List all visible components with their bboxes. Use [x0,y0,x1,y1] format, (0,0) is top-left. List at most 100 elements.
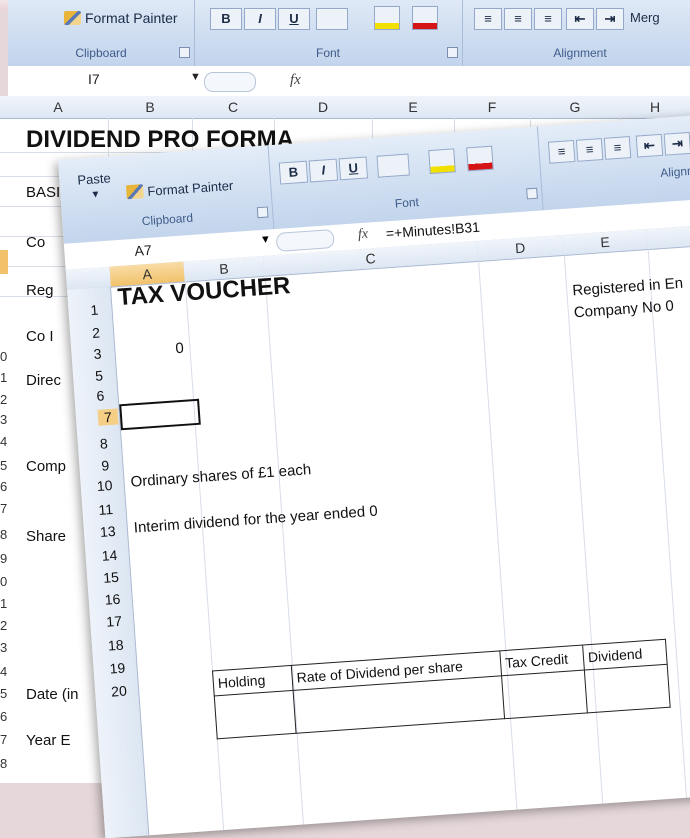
front-sheet-grid: A B C D E F 1 2 3 5 6 7 8 9 10 11 13 14 … [65,220,690,838]
front-clipboard-label: Clipboard [141,210,194,229]
row-header[interactable]: 2 [92,325,101,342]
bold-button[interactable]: B [210,8,242,30]
borders-icon[interactable] [376,153,410,178]
paste-button[interactable]: Paste [77,170,111,187]
selected-row-indicator [0,250,8,274]
back-alignment-group: ≡ ≡ ≡ ⇤ ⇥ Merg Alignment [462,0,690,66]
increase-indent-icon[interactable]: ⇥ [596,8,624,30]
column-header[interactable]: C [192,96,275,119]
row-header[interactable]: 8 [99,435,108,452]
row-number: 2 [0,618,8,633]
back-format-painter-button[interactable]: Format Painter [64,10,178,26]
row-header[interactable]: 19 [109,660,126,677]
front-clipboard-group: Paste ▼ Format Painter Clipboard [58,145,275,244]
highlight-color-icon[interactable] [374,6,400,30]
column-header[interactable]: E [372,96,455,119]
column-header[interactable]: F [454,96,531,119]
row-header[interactable]: 20 [111,683,128,700]
dropdown-arrow-icon[interactable]: ▼ [190,71,201,83]
bold-button[interactable]: B [278,160,309,185]
cell-text: Year E [26,732,71,749]
align-left-icon[interactable]: ≡ [474,8,502,30]
row-header[interactable]: 17 [106,613,123,630]
decrease-indent-icon[interactable]: ⇤ [635,133,664,158]
row-number: 3 [0,640,8,655]
row-number: 7 [0,501,8,516]
row-header[interactable]: 10 [96,477,113,494]
italic-button[interactable]: I [244,8,276,30]
cell-text: Co [26,234,46,251]
row-header-selected[interactable]: 7 [97,408,119,426]
underline-button[interactable]: U [278,8,310,30]
borders-icon[interactable] [316,8,348,30]
front-name-box[interactable]: A7 [134,242,152,259]
column-header[interactable]: A [8,96,109,119]
dropdown-arrow-icon[interactable]: ▼ [260,233,272,246]
row-header[interactable]: 11 [98,501,114,518]
cell-text: Direc [26,372,62,389]
font-color-icon[interactable] [412,6,438,30]
row-number: 9 [0,551,8,566]
align-right-icon[interactable]: ≡ [603,136,632,160]
row-number: 2 [0,392,8,407]
formula-cancel-icon[interactable] [275,228,335,252]
ordinary-shares-text: Ordinary shares of £1 each [130,461,312,491]
row-header[interactable]: 18 [107,637,124,654]
align-center-icon[interactable]: ≡ [575,138,604,162]
font-color-icon[interactable] [466,145,494,172]
increase-indent-icon[interactable]: ⇥ [663,131,690,156]
italic-button[interactable]: I [308,158,339,183]
row-number: 6 [0,479,8,494]
row-header[interactable]: 13 [99,523,116,540]
fx-icon[interactable]: fx [357,227,368,244]
cell-text: Share [26,528,67,545]
row-number: 8 [0,756,8,771]
table-cell[interactable] [501,670,588,719]
row-number: 7 [0,732,8,747]
row-header[interactable]: 16 [104,591,121,608]
dialog-launcher-icon[interactable] [526,187,538,200]
dialog-launcher-icon[interactable] [447,47,458,58]
active-cell-selection[interactable] [119,398,201,431]
row-header[interactable]: 6 [96,387,105,404]
row-header[interactable]: 15 [103,569,120,586]
row-number: 5 [0,686,8,701]
row-number: 6 [0,709,8,724]
column-header[interactable]: E [562,229,649,256]
column-header[interactable]: G [530,96,621,119]
table-cell[interactable] [214,690,297,739]
table-cell[interactable] [584,664,671,713]
cell-text: Date (in [26,686,79,703]
cell-text: Reg [26,282,54,299]
row-header[interactable]: 3 [93,345,102,362]
back-name-box[interactable]: I7 ▼ [18,71,208,91]
row-header[interactable]: 5 [95,367,104,384]
decrease-indent-icon[interactable]: ⇤ [566,8,594,30]
dialog-launcher-icon[interactable] [256,206,269,219]
column-header[interactable]: B [108,96,193,119]
column-header[interactable]: D [274,96,373,119]
cell-text: Co I [26,328,54,345]
dialog-launcher-icon[interactable] [179,47,190,58]
paintbrush-icon [125,184,144,200]
formula-cancel-icon[interactable] [204,72,256,92]
fx-icon[interactable]: fx [290,72,301,89]
paste-dropdown-icon[interactable]: ▼ [90,189,101,201]
highlight-color-icon[interactable] [428,148,456,175]
formula-input[interactable]: =+Minutes!B31 [385,219,480,242]
row-header[interactable]: 14 [101,547,118,564]
merge-button[interactable]: Merg [630,10,660,25]
front-format-painter-button[interactable]: Format Painter [125,178,234,200]
align-left-icon[interactable]: ≡ [547,139,576,164]
row-number: 0 [0,574,8,589]
underline-button[interactable]: U [338,156,369,181]
row-number: 5 [0,458,8,473]
row-header[interactable]: 1 [90,302,99,319]
dividend-table: Holding Rate of Dividend per share Tax C… [212,639,671,740]
row-header[interactable]: 9 [101,457,110,474]
front-workbook-window: Paste ▼ Format Painter Clipboard B I U F… [58,111,690,838]
company-number-text: Company No 0 [573,297,675,322]
align-center-icon[interactable]: ≡ [504,8,532,30]
align-right-icon[interactable]: ≡ [534,8,562,30]
row-number: 1 [0,596,8,611]
